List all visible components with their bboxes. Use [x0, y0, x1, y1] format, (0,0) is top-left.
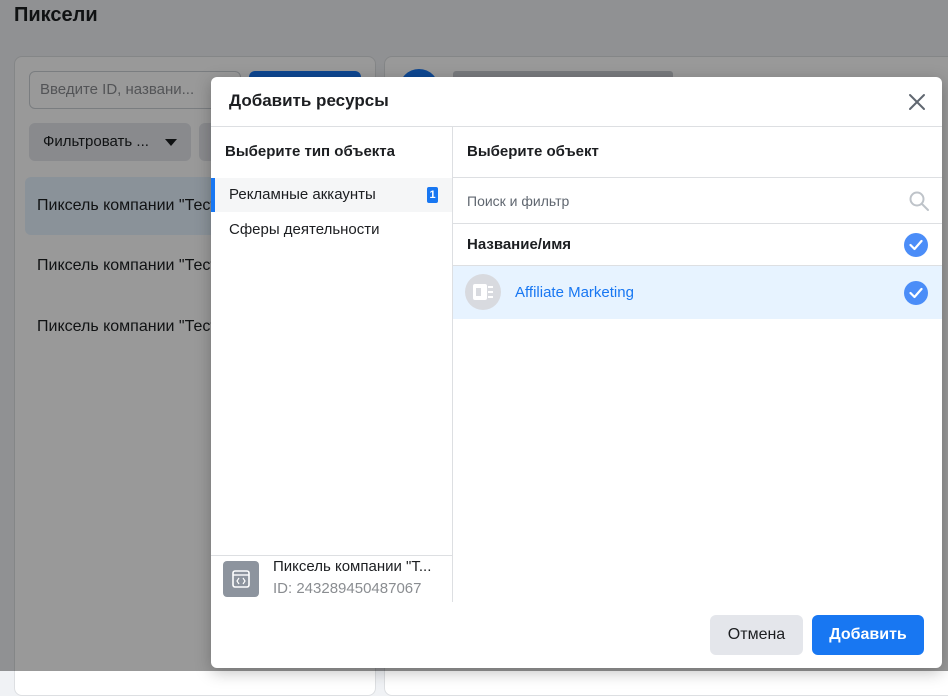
select-all-checkbox[interactable] — [904, 233, 928, 257]
selected-count-badge: 1 — [427, 187, 438, 203]
asset-checkbox[interactable] — [904, 281, 928, 305]
object-type-column: Выберите тип объекта Рекламные аккаунты … — [211, 127, 453, 602]
close-button[interactable] — [904, 89, 930, 115]
check-icon — [909, 239, 923, 251]
search-icon — [909, 191, 929, 211]
object-search-input[interactable] — [453, 178, 893, 223]
selected-pixel-name: Пиксель компании "Т... — [273, 558, 432, 575]
name-column-header: Название/имя — [453, 224, 942, 266]
dialog-header: Добавить ресурсы — [211, 77, 942, 127]
add-button[interactable]: Добавить — [812, 615, 924, 655]
object-search-row — [453, 178, 942, 224]
cancel-button[interactable]: Отмена — [710, 615, 803, 655]
object-type-header: Выберите тип объекта — [225, 143, 395, 160]
type-item-ad-accounts[interactable]: Рекламные аккаунты 1 — [211, 178, 452, 212]
asset-row-affiliate-marketing[interactable]: Affiliate Marketing — [453, 266, 942, 319]
selected-pixel-id: ID: 243289450487067 — [273, 580, 422, 597]
name-column-label: Название/имя — [467, 236, 572, 253]
selected-pixel-card: Пиксель компании "Т... ID: 2432894504870… — [211, 555, 452, 602]
close-icon — [909, 94, 925, 110]
add-assets-dialog: Добавить ресурсы Выберите тип объекта Ре… — [211, 77, 942, 668]
type-item-label: Рекламные аккаунты — [229, 186, 376, 203]
pixel-code-icon — [223, 561, 259, 597]
type-item-label: Сферы деятельности — [229, 221, 380, 238]
ad-account-icon — [465, 274, 501, 310]
asset-name: Affiliate Marketing — [515, 284, 634, 301]
object-column: Выберите объект Название/имя — [453, 127, 942, 602]
check-icon — [909, 287, 923, 299]
dialog-title: Добавить ресурсы — [229, 91, 389, 110]
object-header: Выберите объект — [453, 127, 942, 178]
type-item-business-areas[interactable]: Сферы деятельности — [211, 213, 452, 247]
